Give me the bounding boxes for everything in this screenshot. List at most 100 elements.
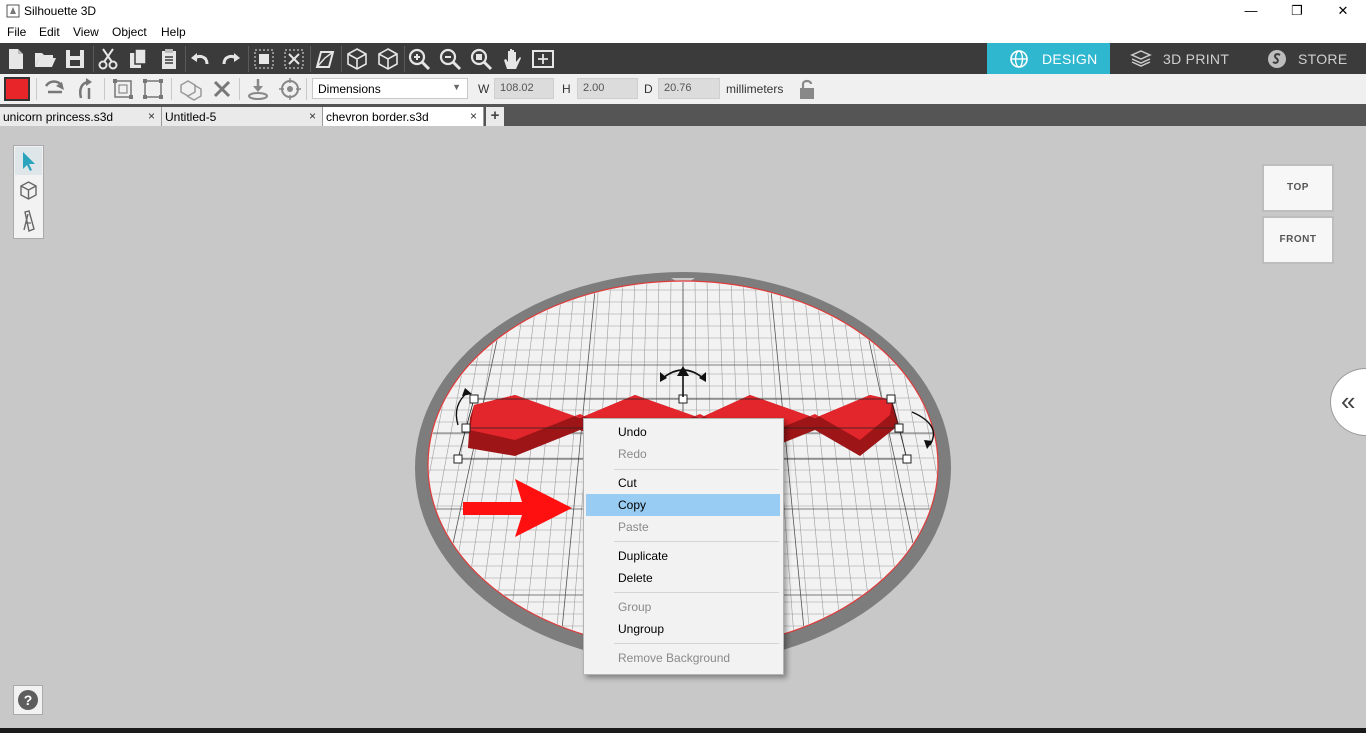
menu-item-redo[interactable]: Redo [586, 443, 780, 465]
menu-separator [614, 469, 779, 470]
tab-3d-print[interactable]: 3D PRINT [1110, 43, 1243, 74]
toolbar-separator [306, 78, 307, 100]
double-chevron-left-icon: « [1341, 386, 1356, 416]
boolean-icon[interactable] [178, 76, 204, 102]
box-wire-icon[interactable] [375, 46, 401, 72]
depth-label: D [644, 82, 653, 96]
perspective-icon[interactable] [312, 46, 338, 72]
redo-icon[interactable] [218, 46, 244, 72]
menu-edit[interactable]: Edit [39, 25, 60, 39]
units-label: millimeters [726, 82, 784, 96]
doc-tab-label: chevron border.s3d [326, 110, 429, 124]
new-file-icon[interactable] [3, 46, 29, 72]
width-label: W [478, 82, 490, 96]
close-tab-icon[interactable]: × [470, 109, 477, 123]
menu-item-ungroup[interactable]: Ungroup [586, 618, 780, 640]
paste-icon[interactable] [156, 46, 182, 72]
cut-icon[interactable] [95, 46, 121, 72]
store-s-icon [1268, 50, 1286, 68]
close-tab-icon[interactable]: × [148, 109, 155, 123]
app-logo-icon [6, 4, 20, 18]
rotate-icon[interactable] [42, 76, 68, 102]
zoom-in-icon[interactable] [406, 46, 432, 72]
menu-separator [614, 643, 779, 644]
center-icon[interactable] [277, 76, 303, 102]
tab-store[interactable]: STORE [1243, 43, 1366, 74]
deselect-icon[interactable] [281, 46, 307, 72]
menu-item-copy[interactable]: Copy [586, 494, 780, 516]
toolbar-separator [104, 78, 105, 100]
bottom-strip [0, 728, 1366, 733]
menu-item-duplicate[interactable]: Duplicate [586, 545, 780, 567]
delete-icon[interactable] [209, 76, 235, 102]
lock-icon[interactable] [797, 78, 817, 100]
select-all-icon[interactable] [251, 46, 277, 72]
menu-bar: File Edit View Object Help [0, 22, 1366, 43]
height-field[interactable]: 2.00 [577, 78, 638, 99]
drop-to-plate-icon[interactable] [245, 76, 271, 102]
transform-mode-value: Dimensions [318, 82, 381, 96]
tab-3d-print-label: 3D PRINT [1163, 51, 1230, 67]
restore-button[interactable]: ❐ [1274, 0, 1320, 22]
pan-hand-icon[interactable] [499, 46, 525, 72]
menu-item-group[interactable]: Group [586, 596, 780, 618]
tool-panel [13, 145, 44, 239]
toolbar-separator [404, 46, 405, 72]
toolbar-separator [239, 78, 240, 100]
tab-design[interactable]: DESIGN [987, 43, 1110, 74]
menu-help[interactable]: Help [161, 25, 186, 39]
menu-item-cut[interactable]: Cut [586, 472, 780, 494]
menu-separator [614, 541, 779, 542]
undo-icon[interactable] [187, 46, 213, 72]
save-icon[interactable] [62, 46, 88, 72]
add-tab-button[interactable]: + [486, 107, 504, 126]
open-folder-icon[interactable] [32, 46, 58, 72]
flip-icon[interactable] [73, 76, 99, 102]
properties-toolbar: Dimensions ▼ W 108.02 H 2.00 D 20.76 mil… [0, 74, 1366, 105]
window-title: Silhouette 3D [24, 4, 97, 18]
main-toolbar: DESIGN 3D PRINT STORE [0, 43, 1366, 74]
menu-item-paste[interactable]: Paste [586, 516, 780, 538]
depth-field[interactable]: 20.76 [658, 78, 720, 99]
menu-separator [614, 592, 779, 593]
transform-mode-select[interactable]: Dimensions ▼ [312, 78, 468, 99]
doc-tab-label: unicorn princess.s3d [3, 110, 114, 124]
height-label: H [562, 82, 571, 96]
doc-tab-label: Untitled-5 [165, 110, 217, 124]
toolbar-separator [93, 46, 94, 72]
group-bounds-icon[interactable] [110, 76, 136, 102]
help-question-icon: ? [18, 690, 38, 710]
zoom-fit-icon[interactable] [468, 46, 494, 72]
select-arrow-icon[interactable] [15, 147, 42, 175]
menu-item-remove-background[interactable]: Remove Background [586, 647, 780, 669]
menu-item-undo[interactable]: Undo [586, 421, 780, 443]
menu-view[interactable]: View [73, 25, 99, 39]
doc-tab-chevron[interactable]: chevron border.s3d × [323, 107, 484, 126]
doc-tab-unicorn[interactable]: unicorn princess.s3d × [0, 107, 162, 126]
toolbar-separator [36, 78, 37, 100]
menu-object[interactable]: Object [112, 25, 147, 39]
menu-item-delete[interactable]: Delete [586, 567, 780, 589]
zoom-out-icon[interactable] [437, 46, 463, 72]
minimize-button[interactable]: — [1228, 0, 1274, 22]
svg-text:?: ? [24, 692, 33, 708]
toolbar-separator [171, 78, 172, 100]
box-view-icon[interactable] [344, 46, 370, 72]
help-button[interactable]: ? [13, 685, 43, 715]
text-tool-icon[interactable] [15, 207, 42, 235]
shape-box-icon[interactable] [15, 177, 42, 205]
document-tabs: unicorn princess.s3d × Untitled-5 × chev… [0, 104, 1366, 126]
fit-page-icon[interactable] [530, 46, 556, 72]
close-tab-icon[interactable]: × [309, 109, 316, 123]
close-window-button[interactable]: ✕ [1320, 0, 1366, 22]
doc-tab-untitled[interactable]: Untitled-5 × [162, 107, 323, 126]
view-top-button[interactable]: TOP [1262, 164, 1334, 212]
color-swatch[interactable] [4, 77, 30, 101]
copy-icon[interactable] [125, 46, 151, 72]
toolbar-separator [310, 46, 311, 72]
width-field[interactable]: 108.02 [494, 78, 554, 99]
menu-file[interactable]: File [7, 25, 26, 39]
tab-design-label: DESIGN [1042, 51, 1098, 67]
ungroup-bounds-icon[interactable] [140, 76, 166, 102]
view-front-button[interactable]: FRONT [1262, 216, 1334, 264]
